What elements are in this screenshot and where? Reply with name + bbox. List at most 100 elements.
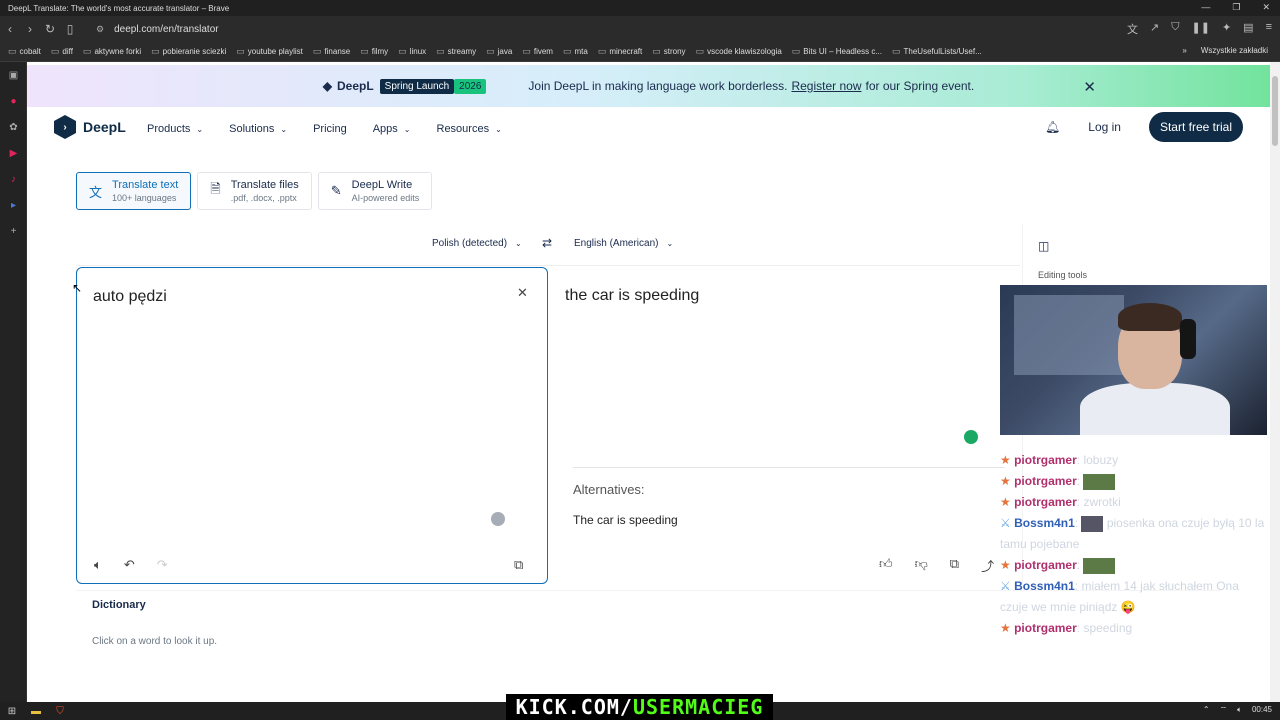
undo-icon[interactable]: ↶ xyxy=(124,557,135,573)
tab-translate-text[interactable]: 文 Translate text 100+ languages xyxy=(76,172,192,210)
close-icon[interactable]: ✕ xyxy=(1083,78,1096,96)
sidebar-panel-icon[interactable]: ▣ xyxy=(0,62,27,88)
bookmark-item[interactable]: ▭ streamy xyxy=(436,46,476,57)
bookmark-item[interactable]: ▭ java xyxy=(486,46,512,57)
source-text[interactable]: auto pędzi xyxy=(93,288,167,306)
back-icon[interactable]: ‹ xyxy=(0,22,20,36)
register-link[interactable]: Register now xyxy=(791,79,861,93)
folder-icon: ▭ xyxy=(312,46,322,56)
tab-deepl-write[interactable]: ✎ DeepL Write AI-powered edits xyxy=(317,172,433,210)
clock[interactable]: 00:45 xyxy=(1252,705,1272,715)
bookmark-item[interactable]: ▭ pobieranie sciezki xyxy=(151,46,226,57)
chat-username: piotrgamer xyxy=(1014,621,1077,635)
forward-icon[interactable]: › xyxy=(20,22,40,36)
target-text[interactable]: the car is speeding xyxy=(565,287,699,305)
bookmark-item[interactable]: ▭ vscode klawiszologia xyxy=(696,46,782,57)
redo-icon[interactable]: ↷ xyxy=(157,557,168,573)
network-icon[interactable]: ⌔ xyxy=(1220,705,1228,715)
source-language-select[interactable]: Polish (detected) ⌄ xyxy=(432,238,522,249)
bookmark-item[interactable]: ▭ TheUsefulLists/Usef... xyxy=(892,46,982,57)
copy-icon[interactable]: ⧉ xyxy=(950,556,959,575)
file-icon: 🗎 xyxy=(210,181,221,196)
sidebar-app-icon[interactable]: ✿ xyxy=(0,114,27,140)
menu-pricing[interactable]: Pricing xyxy=(313,123,347,135)
thumbs-down-icon[interactable]: 👎︎ xyxy=(915,556,928,575)
extension-chip-icon[interactable] xyxy=(491,512,505,526)
bell-icon[interactable]: 🔔︎ xyxy=(1045,120,1060,134)
bookmark-item[interactable]: ▭ filmy xyxy=(360,46,388,57)
share-icon[interactable]: ⤴ xyxy=(981,556,994,575)
speaker-icon[interactable]: 🔈︎ xyxy=(94,557,102,573)
bookmark-item[interactable]: ▭ youtube playlist xyxy=(236,46,303,57)
sidebar-app-icon[interactable]: ▶ xyxy=(0,140,27,166)
clear-icon[interactable]: ✕ xyxy=(517,285,528,301)
folder-icon: ▭ xyxy=(360,46,369,56)
login-link[interactable]: Log in xyxy=(1088,120,1121,134)
webcam-window xyxy=(1014,295,1124,375)
alternative-item[interactable]: The car is speeding xyxy=(573,513,678,527)
bookmark-item[interactable]: ▭ strony xyxy=(652,46,685,57)
chat-text: lobuzy xyxy=(1083,453,1119,467)
alternatives-label: Alternatives: xyxy=(573,482,645,497)
menu-solutions[interactable]: Solutions ⌄ xyxy=(229,123,287,135)
page-scrollbar[interactable] xyxy=(1270,62,1280,702)
chat-message: ⚔ Bossm4n1: piosenka ona czuje byłą 10 l… xyxy=(1000,513,1270,555)
start-icon[interactable]: ⊞ xyxy=(0,706,24,717)
thumbs-up-icon[interactable]: 👍︎ xyxy=(879,556,893,575)
tab-translate-files[interactable]: 🗎 Translate files .pdf, .docx, .pptx xyxy=(197,172,312,210)
extensions-icon[interactable]: ✦ xyxy=(1222,21,1231,37)
menu-resources[interactable]: Resources ⌄ xyxy=(437,123,502,135)
brave-icon[interactable]: ⛉ xyxy=(48,706,72,717)
bookmark-page-icon[interactable]: ▯ xyxy=(60,22,80,36)
window-title: DeepL Translate: The world's most accura… xyxy=(8,3,230,13)
panel-toggle-icon[interactable]: ◫ xyxy=(1038,239,1049,253)
sidebar-app-icon[interactable]: ● xyxy=(0,88,27,114)
target-panel: the car is speeding Alternatives: The ca… xyxy=(549,267,1021,584)
folder-icon: ▭ xyxy=(562,46,572,56)
share-icon[interactable]: ↗ xyxy=(1150,21,1159,37)
bookmarks-bar: ▭ cobalt ▭ diff ▭ aktywne forki ▭ pobieranie sc… xyxy=(0,42,1280,62)
bookmark-item[interactable]: ▭ minecraft xyxy=(598,46,642,57)
bookmark-item[interactable]: ▭ mta xyxy=(563,46,588,57)
address-bar[interactable]: ⚙ deepl.com/en/translator xyxy=(96,20,219,38)
files-icon[interactable]: ▬ xyxy=(24,706,48,717)
bookmark-item[interactable]: ▭ finanse xyxy=(313,46,350,57)
deepl-logo[interactable]: › DeepL xyxy=(54,115,126,139)
bookmark-item[interactable]: ▭ fivem xyxy=(522,46,553,57)
target-language-select[interactable]: English (American) ⌄ xyxy=(574,238,673,249)
start-trial-button[interactable]: Start free trial xyxy=(1148,112,1243,142)
tray-chevron-icon[interactable]: ⌃ xyxy=(1203,705,1210,715)
bookmark-item[interactable]: ▭ cobalt xyxy=(8,46,41,57)
volume-icon[interactable]: 🔈︎ xyxy=(1237,705,1242,715)
sidebar-app-icon[interactable]: ♪ xyxy=(0,166,27,192)
menu-icon[interactable]: ≡ xyxy=(1266,21,1272,37)
bookmarks-more[interactable]: » xyxy=(1182,46,1186,55)
chat-username: Bossm4n1 xyxy=(1014,516,1075,530)
restore-icon[interactable]: ❐ xyxy=(1232,2,1240,13)
sidebar-toggle-icon[interactable]: ▤ xyxy=(1243,21,1253,37)
webcam-shirt xyxy=(1080,383,1230,435)
menu-products[interactable]: Products ⌄ xyxy=(147,123,203,135)
minimize-icon[interactable]: — xyxy=(1201,2,1210,13)
extension-chip-icon[interactable] xyxy=(964,430,978,444)
bookmark-item[interactable]: ▭ linux xyxy=(398,46,426,57)
site-info-icon[interactable]: ⚙ xyxy=(96,24,104,35)
swap-languages-icon[interactable]: ⇄ xyxy=(542,236,552,250)
star-badge-icon: ★ xyxy=(1000,474,1015,488)
close-window-icon[interactable]: ✕ xyxy=(1262,2,1270,13)
pause-icon[interactable]: ❚❚ xyxy=(1192,21,1210,37)
scrollbar-thumb[interactable] xyxy=(1272,76,1278,146)
shield-icon[interactable]: ⛉ xyxy=(1171,21,1179,37)
bookmark-item[interactable]: ▭ diff xyxy=(51,46,73,57)
bookmark-item[interactable]: ▭ Bits UI – Headless c... xyxy=(792,46,882,57)
source-panel[interactable]: auto pędzi ✕ 🔈︎ ↶ ↷ ⧉ xyxy=(76,267,548,584)
translate-icon[interactable]: 文 xyxy=(1127,21,1138,37)
reload-icon[interactable]: ↻ xyxy=(40,22,60,36)
folder-icon: ▭ xyxy=(50,46,60,56)
menu-apps[interactable]: Apps ⌄ xyxy=(373,123,411,135)
sidebar-app-icon[interactable]: ▸ xyxy=(0,192,27,218)
bookmark-item[interactable]: ▭ aktywne forki xyxy=(83,46,141,57)
add-icon[interactable]: + xyxy=(0,218,27,244)
all-bookmarks[interactable]: Wszystkie zakładki xyxy=(1201,46,1268,55)
copy-icon[interactable]: ⧉ xyxy=(514,557,523,573)
